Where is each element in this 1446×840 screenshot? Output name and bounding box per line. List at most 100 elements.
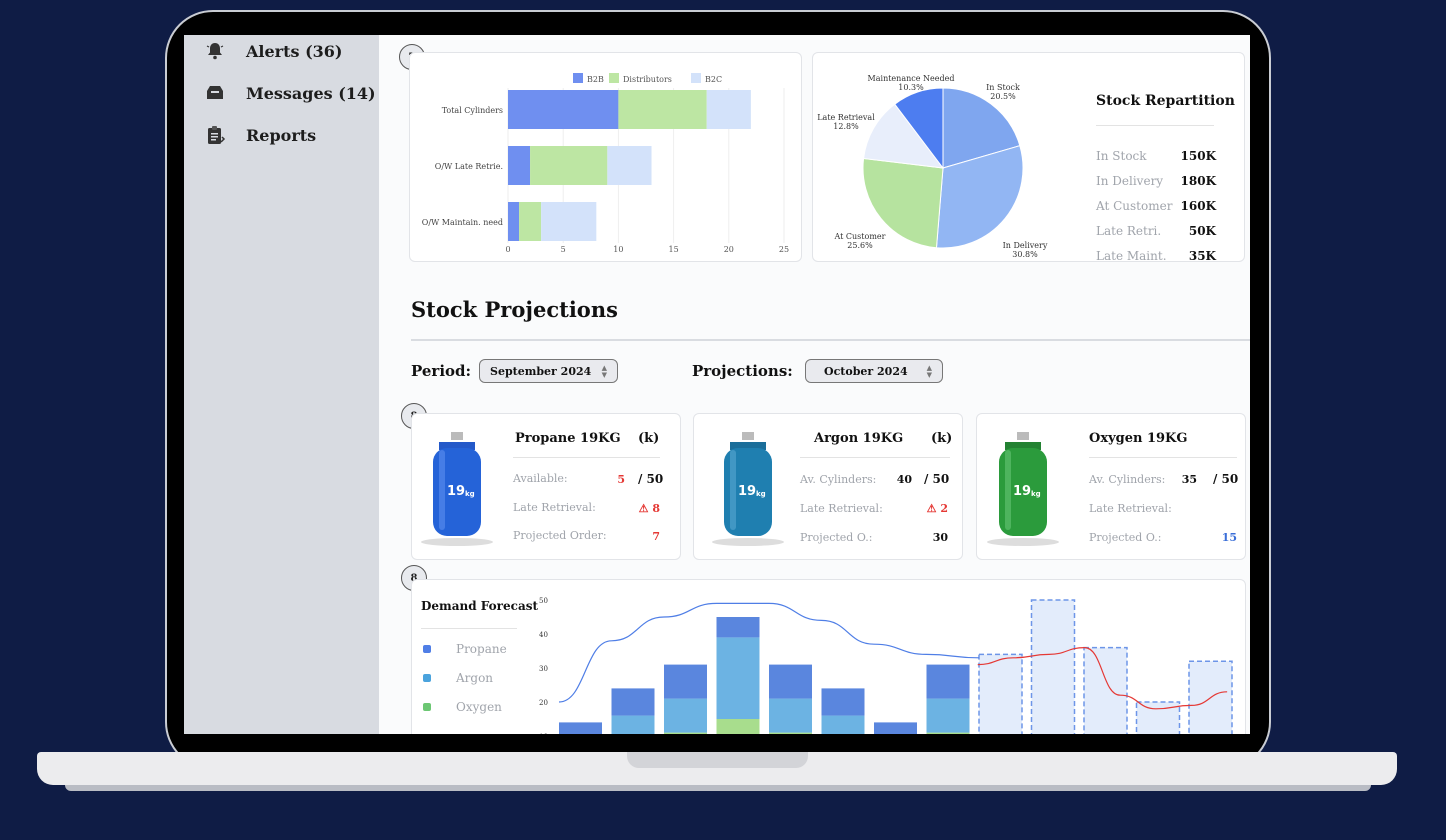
slice-percent: 20.5%: [990, 92, 1016, 101]
stock-row: Late Maint. 35K: [1096, 249, 1216, 263]
divider: [411, 339, 1250, 341]
legend-item-oxygen: Oxygen: [423, 700, 502, 714]
stock-row-label: At Customer: [1096, 199, 1173, 213]
tick-label: 50: [539, 597, 548, 605]
oxygen-cylinder-icon: 19 kg: [987, 432, 1059, 546]
projections-select-value: October 2024: [824, 364, 908, 378]
stock-pie-chart: In Stock20.5% In Delivery30.8% At Customer…: [817, 74, 1048, 259]
product-name: Propane 19KG: [515, 431, 621, 446]
demand-forecast-chart: 10 20 30 40 50: [539, 597, 1233, 734]
stock-repartition-title: Stock Repartition: [1096, 93, 1235, 109]
stock-row-label: In Stock: [1096, 149, 1147, 163]
forecast-bar-segment: [611, 715, 655, 734]
legend-label: Propane: [456, 642, 507, 656]
product-row-label: Available:: [513, 472, 568, 485]
bar-segment: [508, 90, 619, 129]
tick-label: 30: [539, 665, 548, 673]
main-content: 7 B2B Distributors B2C Total Cylinders O/W …: [379, 35, 1250, 734]
select-arrows-icon: ▲ ▼: [926, 363, 932, 379]
product-row-denominator: / 50: [638, 472, 664, 486]
product-row-value: ⚠ 8: [638, 502, 660, 515]
propane-cylinder-icon: 19 kg: [421, 432, 493, 546]
product-unit: (k): [638, 431, 660, 446]
svg-text:19: 19: [1013, 484, 1031, 499]
forecast-bar-segment: [559, 722, 602, 734]
product-card-argon[interactable]: 19 kg Argon 19KG (k) Av. Cylinders: 40 /…: [693, 413, 963, 560]
sidebar-item-label: Alerts (36): [246, 41, 343, 61]
stock-row-value: 35K: [1188, 249, 1216, 263]
slice-label: Late Retrieval: [817, 113, 875, 122]
stock-row-value: 150K: [1180, 149, 1216, 163]
period-label: Period:: [411, 362, 472, 380]
tick-label: 25: [779, 245, 789, 254]
svg-text:kg: kg: [1031, 490, 1041, 498]
sidebar-item-reports[interactable]: Reports: [204, 124, 316, 146]
stock-row-label: Late Maint.: [1096, 249, 1167, 263]
forecast-bar-segment: [769, 664, 812, 699]
legend-swatch: [423, 703, 431, 711]
product-row-value: 35: [1181, 473, 1197, 486]
forecast-bar-segment: [769, 698, 812, 733]
legend-item-argon: Argon: [423, 671, 493, 685]
forecast-bar-segment: [926, 732, 970, 734]
forecast-bar-segment: [611, 688, 655, 716]
projected-bar: [1083, 646, 1128, 734]
legend-label: Oxygen: [456, 700, 502, 714]
bar-segment: [607, 146, 652, 185]
slice-percent: 30.8%: [1012, 250, 1038, 259]
legend-swatch: [573, 73, 583, 83]
product-row-label: Projected Order:: [513, 529, 607, 542]
slice-label: In Stock: [986, 83, 1020, 92]
product-row-value: 30: [932, 531, 948, 544]
forecast-bar-segment: [926, 698, 970, 733]
sidebar-item-alerts[interactable]: Alerts (36): [204, 40, 342, 62]
legend-label: Argon: [456, 671, 494, 685]
forecast-bar-segment: [664, 664, 707, 699]
slice-label: At Customer: [834, 232, 886, 241]
bar-segment: [706, 90, 751, 129]
product-name: Oxygen 19KG: [1089, 431, 1188, 446]
laptop-base-shadow: [65, 785, 1371, 791]
product-row-value: 5: [617, 473, 625, 486]
product-row-denominator: / 50: [924, 472, 950, 486]
forecast-bar-segment: [821, 688, 865, 716]
forecast-bar-segment: [874, 722, 917, 734]
projections-label: Projections:: [692, 362, 793, 380]
category-label: O/W Maintain. need: [422, 218, 503, 227]
tick-label: 5: [561, 245, 566, 254]
product-row-label: Av. Cylinders:: [1089, 473, 1166, 486]
tick-label: 20: [724, 245, 734, 254]
tick-label: 40: [539, 631, 548, 639]
slice-label: Maintenance Needed: [868, 74, 955, 83]
product-card-propane[interactable]: 19 kg Propane 19KG (k) Available: 5 / 50…: [411, 413, 681, 560]
stock-repartition-card: In Stock 20.5% In Delivery 30.8% At Customer…: [812, 52, 1245, 263]
stock-row: Late Retri. 50K: [1096, 224, 1216, 238]
product-row-label: Projected O.:: [1089, 531, 1162, 544]
divider: [513, 457, 660, 458]
forecast-bar-segment: [769, 732, 812, 734]
bell-icon: [206, 43, 224, 60]
legend-swatch: [423, 645, 431, 653]
tick-label: 15: [669, 245, 679, 254]
product-row-value: ⚠ 2: [926, 502, 948, 515]
legend-swatch: [423, 674, 431, 682]
divider: [421, 628, 517, 629]
forecast-bar-segment: [716, 719, 760, 734]
period-select-value: September 2024: [490, 364, 592, 378]
forecast-bar-segment: [716, 617, 760, 638]
legend-swatch: [609, 73, 619, 83]
slice-percent: 12.8%: [833, 122, 859, 131]
period-select[interactable]: September 2024 ▲ ▼: [479, 359, 618, 383]
legend-label: Distributors: [623, 75, 672, 84]
projections-select[interactable]: October 2024 ▲ ▼: [805, 359, 943, 383]
slice-percent: 25.6%: [847, 241, 873, 250]
sidebar-item-label: Messages (14): [246, 83, 376, 103]
legend-item-propane: Propane: [423, 642, 507, 656]
argon-cylinder-icon: 19 kg: [712, 432, 784, 546]
slice-label: In Delivery: [1003, 241, 1048, 250]
legend-label: B2C: [705, 75, 722, 84]
product-row-value: 15: [1221, 531, 1237, 544]
product-card-oxygen[interactable]: 19 kg Oxygen 19KG Av. Cylinders: 35 / 50…: [976, 413, 1246, 560]
forecast-bar-segment: [664, 698, 707, 733]
sidebar-item-messages[interactable]: Messages (14): [204, 82, 376, 104]
